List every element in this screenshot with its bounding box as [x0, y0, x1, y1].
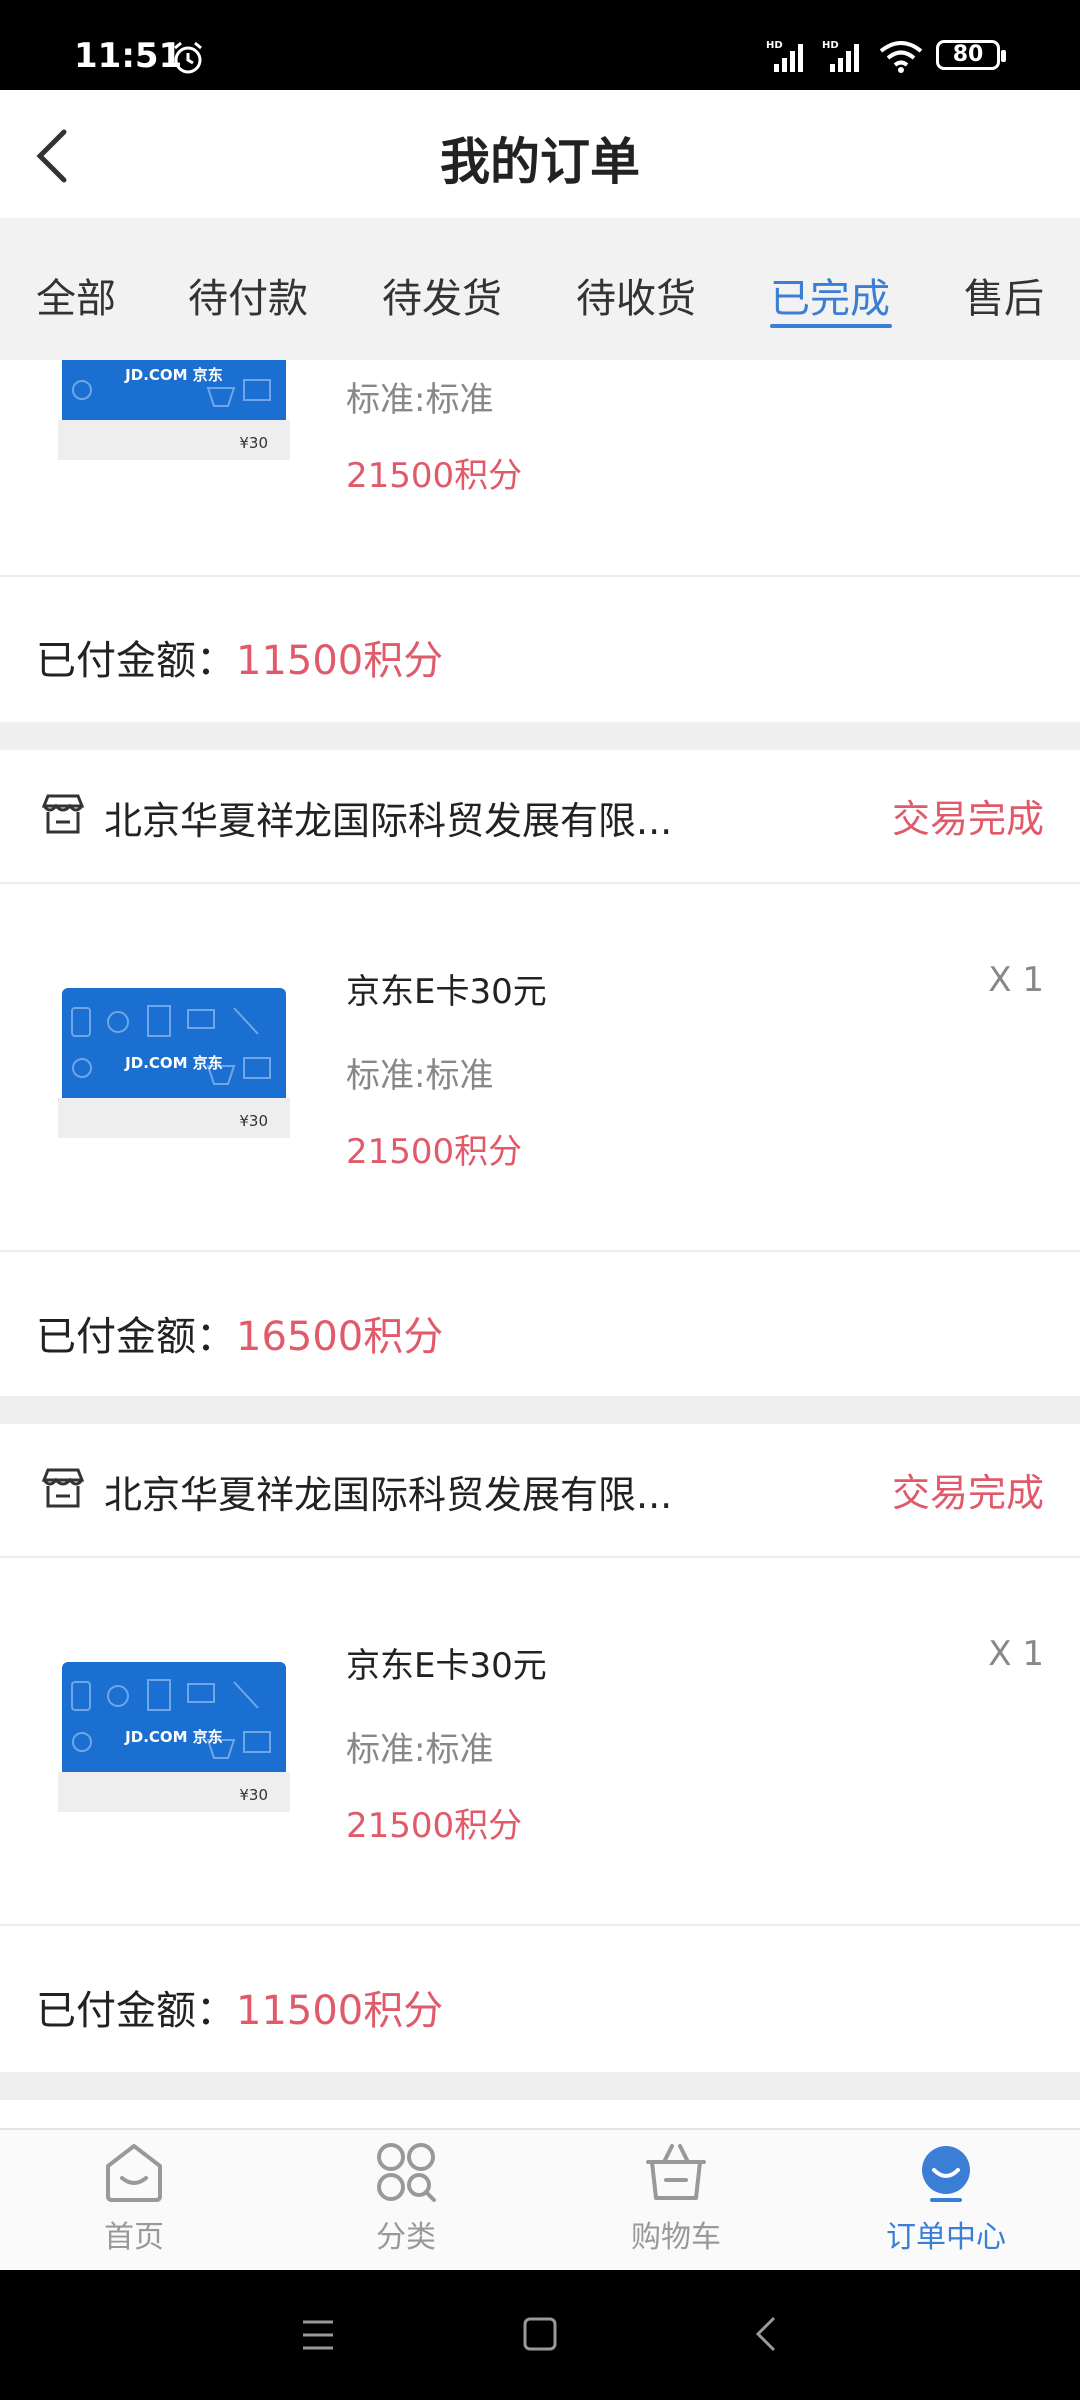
item-quantity: X 1 — [988, 1634, 1044, 1674]
divider — [0, 1924, 1080, 1926]
paid-amount: 已付金额：11500积分 — [36, 628, 443, 686]
card-price: ¥30 — [239, 1786, 268, 1804]
product-image[interactable]: JD.COM 京东 ¥30 — [58, 988, 290, 1138]
page-title: 我的订单 — [440, 133, 640, 191]
item-name[interactable]: 京东E卡30元 — [346, 964, 547, 1013]
shop-row[interactable]: 北京华夏祥龙国际科贸发展有限... 交易完成 — [0, 750, 1080, 880]
battery-icon: 80 — [936, 40, 1006, 70]
nav-label: 分类 — [376, 2220, 436, 2255]
tab-pending-receipt[interactable]: 待收货 — [576, 266, 696, 324]
store-icon — [41, 1468, 85, 1508]
wifi-icon — [879, 41, 923, 73]
signal-icon: HD — [766, 40, 803, 72]
bottom-nav: 首页 分类 购物车 订单中心 — [0, 2128, 1080, 2272]
card-price: ¥30 — [239, 1112, 268, 1130]
divider — [0, 1556, 1080, 1558]
item-points: 21500积分 — [346, 1806, 523, 1846]
product-image[interactable]: JD.COM 京东 ¥30 — [58, 1662, 290, 1812]
item-points: 21500积分 — [346, 456, 523, 496]
order-separator — [0, 1396, 1080, 1424]
active-tab-indicator — [770, 324, 892, 328]
paid-value: 11500积分 — [236, 638, 444, 684]
item-name[interactable]: 京东E卡30元 — [346, 1638, 547, 1687]
category-icon — [377, 2143, 436, 2202]
divider — [0, 575, 1080, 577]
order-center-icon — [922, 2146, 970, 2202]
tab-after-sales[interactable]: 售后 — [964, 266, 1044, 324]
card-brand: JD.COM 京东 — [124, 1054, 223, 1072]
status-bar: 11:51 HD HD 80 — [0, 0, 1080, 90]
paid-label: 已付金额： — [36, 1988, 236, 2034]
nav-category[interactable]: 分类 — [316, 2140, 496, 2256]
divider — [0, 882, 1080, 884]
item-spec: 标准:标准 — [346, 380, 494, 420]
order-separator — [0, 2072, 1080, 2100]
item-quantity: X 1 — [988, 960, 1044, 1000]
paid-label: 已付金额： — [36, 638, 236, 684]
paid-amount: 已付金额：16500积分 — [36, 1304, 443, 1362]
tab-pending-shipment[interactable]: 待发货 — [382, 266, 502, 324]
item-spec: 标准:标准 — [346, 1730, 494, 1770]
tab-completed[interactable]: 已完成 — [770, 266, 890, 324]
system-nav-bar — [0, 2270, 1080, 2400]
svg-text:HD: HD — [766, 40, 783, 51]
menu-icon[interactable] — [300, 2318, 336, 2352]
paid-value: 16500积分 — [236, 1314, 444, 1360]
home-icon — [106, 2144, 162, 2202]
signal-icon-2: HD — [822, 40, 859, 72]
nav-home[interactable]: 首页 — [44, 2140, 224, 2256]
nav-cart[interactable]: 购物车 — [586, 2140, 766, 2256]
svg-text:HD: HD — [822, 40, 839, 51]
cart-icon — [646, 2144, 706, 2200]
shop-name[interactable]: 北京华夏祥龙国际科贸发展有限... — [104, 790, 672, 845]
status-time: 11:51 — [74, 36, 183, 76]
product-image[interactable]: JD.COM 京东 ¥30 — [58, 360, 290, 460]
divider — [0, 1250, 1080, 1252]
order-status: 交易完成 — [891, 797, 1044, 841]
order-tabs: 全部 待付款 待发货 待收货 已完成 售后 — [0, 218, 1080, 360]
back-nav-icon[interactable] — [752, 2314, 780, 2354]
store-icon — [41, 794, 85, 834]
nav-order-center[interactable]: 订单中心 — [856, 2140, 1036, 2256]
nav-label: 购物车 — [631, 2220, 721, 2255]
nav-label: 订单中心 — [886, 2220, 1006, 2255]
item-points: 21500积分 — [346, 1132, 523, 1172]
header: 我的订单 — [0, 90, 1080, 218]
order-list[interactable]: JD.COM 京东 ¥30 标准:标准 21500积分 已付金额：11500积分… — [0, 360, 1080, 2128]
nav-label: 首页 — [104, 2220, 164, 2255]
card-brand: JD.COM 京东 — [124, 1728, 223, 1746]
alarm-icon — [174, 41, 202, 74]
card-brand: JD.COM 京东 — [124, 366, 223, 384]
paid-label: 已付金额： — [36, 1314, 236, 1360]
shop-name[interactable]: 北京华夏祥龙国际科贸发展有限... — [104, 1464, 672, 1519]
card-price: ¥30 — [239, 434, 268, 452]
tab-pending-payment[interactable]: 待付款 — [188, 266, 308, 324]
paid-amount: 已付金额：11500积分 — [36, 1978, 443, 2036]
home-button-icon[interactable] — [522, 2316, 558, 2352]
tab-all[interactable]: 全部 — [36, 266, 116, 324]
paid-value: 11500积分 — [236, 1988, 444, 2034]
order-status: 交易完成 — [891, 1471, 1044, 1515]
shop-row[interactable]: 北京华夏祥龙国际科贸发展有限... 交易完成 — [0, 1424, 1080, 1554]
order-separator — [0, 722, 1080, 750]
item-spec: 标准:标准 — [346, 1056, 494, 1096]
